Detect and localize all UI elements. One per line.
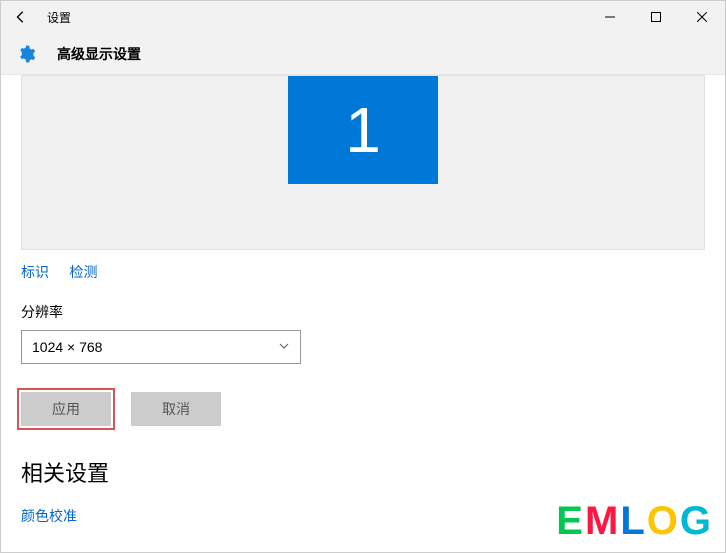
button-row: 应用 取消 xyxy=(21,392,705,426)
detect-link[interactable]: 检测 xyxy=(69,264,97,280)
content-area: 1 标识 检测 分辨率 1024 × 768 应用 取消 相关设置 颜色校准 E… xyxy=(1,75,725,552)
monitor-number: 1 xyxy=(345,93,381,167)
identify-link[interactable]: 标识 xyxy=(21,264,49,280)
resolution-label: 分辨率 xyxy=(21,302,705,322)
chevron-down-icon xyxy=(278,339,290,355)
apply-button[interactable]: 应用 xyxy=(21,392,111,426)
window-controls xyxy=(587,1,725,33)
monitor-tile-1[interactable]: 1 xyxy=(288,76,438,184)
close-button[interactable] xyxy=(679,1,725,33)
titlebar: 设置 xyxy=(1,1,725,33)
back-button[interactable] xyxy=(7,3,35,31)
gear-icon xyxy=(15,43,37,65)
minimize-button[interactable] xyxy=(587,1,633,33)
page-title: 高级显示设置 xyxy=(57,44,141,64)
monitor-preview-area: 1 xyxy=(21,75,705,250)
cancel-button[interactable]: 取消 xyxy=(131,392,221,426)
resolution-value: 1024 × 768 xyxy=(32,339,102,355)
color-calibration-link[interactable]: 颜色校准 xyxy=(21,506,705,526)
maximize-button[interactable] xyxy=(633,1,679,33)
window-title: 设置 xyxy=(47,9,71,26)
display-action-links: 标识 检测 xyxy=(21,262,705,282)
related-settings-heading: 相关设置 xyxy=(21,456,705,488)
header-bar: 高级显示设置 xyxy=(1,33,725,75)
resolution-dropdown[interactable]: 1024 × 768 xyxy=(21,330,301,364)
